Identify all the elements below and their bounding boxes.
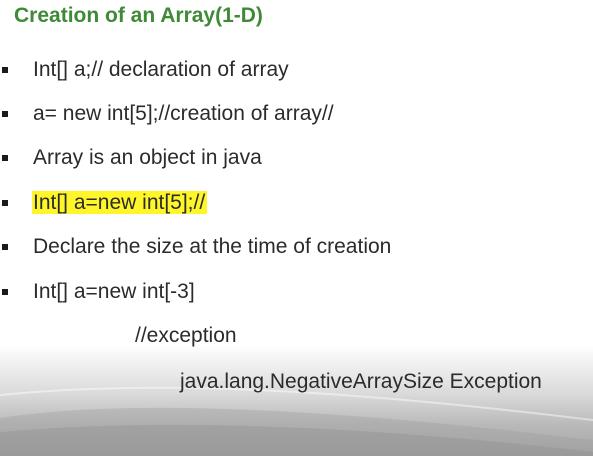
bullet-item: Int[] a;// declaration of array (0, 55, 593, 85)
bullet-square-icon (2, 289, 8, 295)
bullet-text: Int[] a;// declaration of array (33, 58, 289, 81)
slide: Creation of an Array(1-D) Int[] a;// dec… (0, 0, 593, 456)
exception-name: java.lang.NegativeArraySize Exception (180, 370, 542, 393)
bullet-text: a= new int[5];//creation of array// (33, 102, 334, 125)
bullet-text: Int[] a=new int[-3] (33, 280, 195, 303)
bullet-square-icon (2, 200, 8, 206)
exception-comment: //exception (135, 324, 237, 347)
slide-title: Creation of an Array(1-D) (14, 4, 263, 27)
bullet-square-icon (2, 67, 8, 73)
bullet-text: Array is an object in java (33, 146, 262, 169)
bullet-item: Int[] a=new int[5];// (0, 188, 593, 218)
bullet-item: Array is an object in java (0, 143, 593, 173)
bullet-item: Declare the size at the time of creation (0, 232, 593, 262)
highlighted-code-text: Int[] a=new int[5];// (32, 191, 208, 214)
bullet-square-icon (2, 155, 8, 161)
bullet-text: Declare the size at the time of creation (33, 235, 392, 258)
bullet-square-icon (2, 111, 8, 117)
bullet-item: a= new int[5];//creation of array// (0, 99, 593, 129)
bullet-square-icon (2, 244, 8, 250)
bullet-item: Int[] a=new int[-3] (0, 277, 593, 307)
